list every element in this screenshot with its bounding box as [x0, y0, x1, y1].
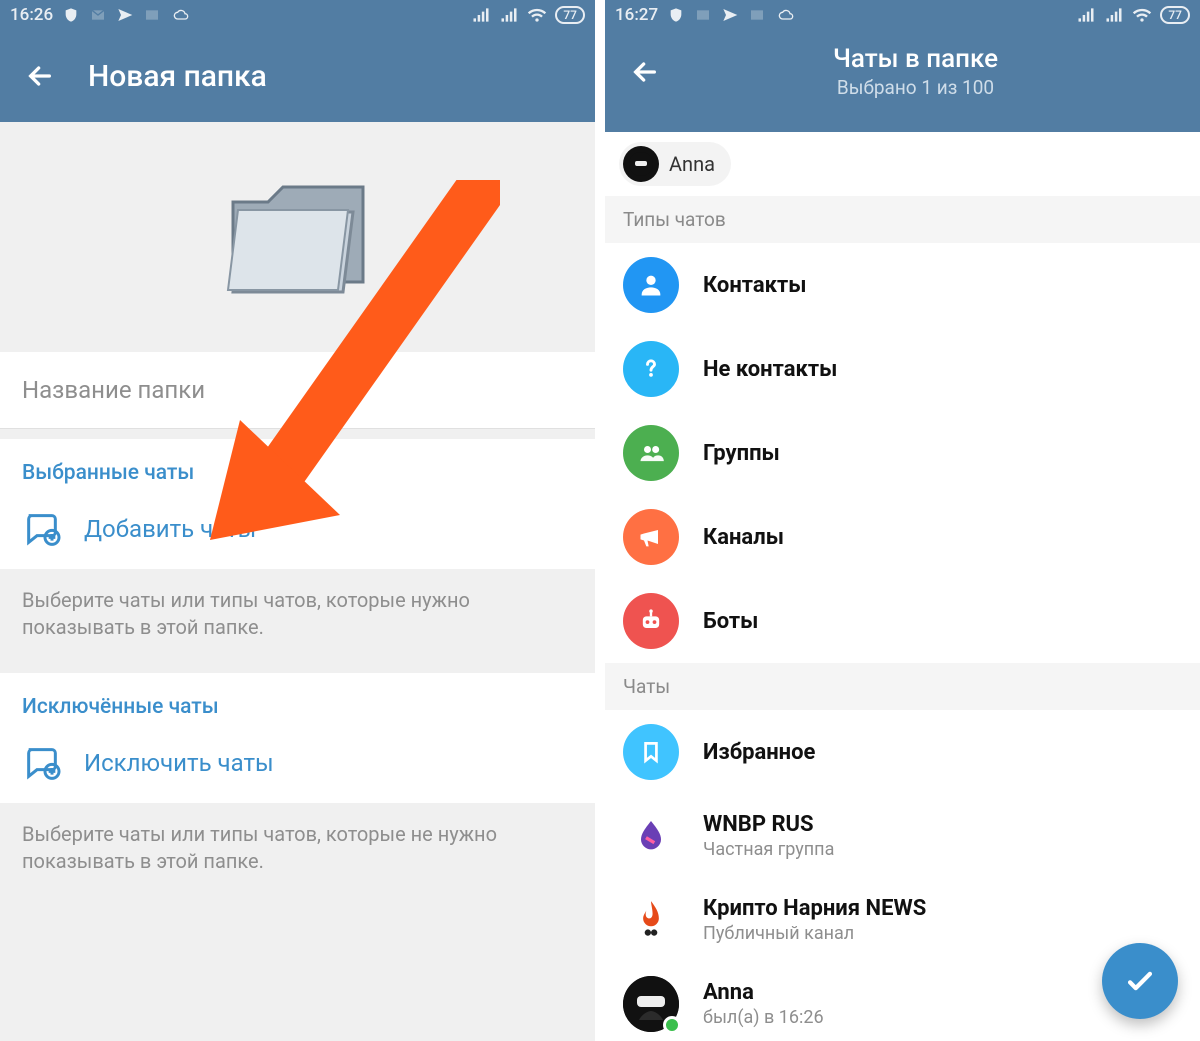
mail-icon — [694, 7, 712, 23]
chip-label: Anna — [669, 152, 715, 176]
selected-chats-hint: Выберите чаты или типы чатов, которые ну… — [0, 569, 595, 663]
type-row-question[interactable]: Не контакты — [605, 327, 1200, 411]
signal-icon — [1076, 5, 1096, 25]
send-icon — [722, 7, 738, 23]
status-time: 16:27 — [615, 5, 658, 25]
phone-left: 16:26 77 Нов — [0, 0, 595, 1041]
folder-name-input[interactable]: Название папки — [0, 352, 595, 429]
avatar-icon — [623, 724, 679, 780]
status-bar: 16:27 77 — [605, 0, 1200, 30]
chat-subtitle: был(а) в 16:26 — [703, 1007, 824, 1028]
chat-row[interactable]: Избранное — [605, 710, 1200, 794]
signal-icon-2 — [1104, 5, 1124, 25]
exclude-chats-button[interactable]: Исключить чаты — [0, 729, 595, 803]
shield-icon — [63, 7, 79, 23]
type-row-person[interactable]: Контакты — [605, 243, 1200, 327]
page-title: Чаты в папке — [833, 44, 998, 74]
selected-chats-header: Выбранные чаты — [0, 429, 595, 495]
avatar-icon — [623, 892, 679, 948]
chat-row[interactable]: Крипто Нарния NEWSПубличный канал — [605, 878, 1200, 962]
cloud-icon — [171, 7, 191, 23]
chat-subtitle: Публичный канал — [703, 923, 926, 944]
chat-title: Anna — [703, 980, 824, 1005]
type-label: Боты — [703, 609, 758, 634]
person-icon — [623, 257, 679, 313]
send-icon — [117, 7, 133, 23]
question-icon — [623, 341, 679, 397]
back-button[interactable] — [18, 54, 62, 98]
avatar-anna-icon — [623, 146, 659, 182]
page-title: Новая папка — [88, 59, 267, 94]
group-icon — [623, 425, 679, 481]
type-row-megaphone[interactable]: Каналы — [605, 495, 1200, 579]
mail-icon — [89, 7, 107, 23]
battery-indicator: 77 — [555, 6, 585, 24]
confirm-fab[interactable] — [1102, 943, 1178, 1019]
avatar-icon — [623, 808, 679, 864]
status-time: 16:26 — [10, 5, 53, 25]
add-chats-label: Добавить чаты — [84, 515, 256, 543]
signal-icon-2 — [499, 5, 519, 25]
status-bar: 16:26 77 — [0, 0, 595, 30]
chat-title: Крипто Нарния NEWS — [703, 896, 926, 921]
chat-plus-icon — [22, 509, 62, 549]
battery-indicator: 77 — [1160, 6, 1190, 24]
cloud-icon — [776, 7, 796, 23]
avatar-icon — [623, 976, 679, 1032]
type-label: Каналы — [703, 525, 784, 550]
mail-icon-2 — [748, 7, 766, 23]
chat-title: Избранное — [703, 740, 815, 765]
mail-icon-2 — [143, 7, 161, 23]
page-subtitle: Выбрано 1 из 100 — [837, 76, 994, 99]
type-label: Контакты — [703, 273, 806, 298]
shield-icon — [668, 7, 684, 23]
chat-subtitle: Частная группа — [703, 839, 834, 860]
type-label: Группы — [703, 441, 780, 466]
chat-row[interactable]: WNBP RUSЧастная группа — [605, 794, 1200, 878]
chat-title: WNBP RUS — [703, 812, 834, 837]
phone-right: 16:27 77 Чаты в папке Выбрано 1 из 100 — [605, 0, 1200, 1041]
signal-icon — [471, 5, 491, 25]
folder-illustration — [0, 122, 595, 352]
chat-plus-icon — [22, 743, 62, 783]
excluded-chats-hint: Выберите чаты или типы чатов, которые не… — [0, 803, 595, 897]
types-section-header: Типы чатов — [605, 196, 1200, 243]
selected-chips-row: Anna — [605, 132, 1200, 196]
type-label: Не контакты — [703, 357, 837, 382]
add-chats-button[interactable]: Добавить чаты — [0, 495, 595, 569]
app-bar: Чаты в папке Выбрано 1 из 100 — [605, 30, 1200, 132]
check-icon — [1123, 964, 1157, 998]
type-row-group[interactable]: Группы — [605, 411, 1200, 495]
app-bar: Новая папка — [0, 30, 595, 122]
wifi-icon — [1132, 5, 1152, 25]
exclude-chats-label: Исключить чаты — [84, 749, 274, 777]
megaphone-icon — [623, 509, 679, 565]
chats-section-header: Чаты — [605, 663, 1200, 710]
chip-anna[interactable]: Anna — [619, 142, 731, 186]
back-button[interactable] — [623, 50, 667, 94]
type-row-robot[interactable]: Боты — [605, 579, 1200, 663]
robot-icon — [623, 593, 679, 649]
excluded-chats-header: Исключённые чаты — [0, 663, 595, 729]
wifi-icon — [527, 5, 547, 25]
